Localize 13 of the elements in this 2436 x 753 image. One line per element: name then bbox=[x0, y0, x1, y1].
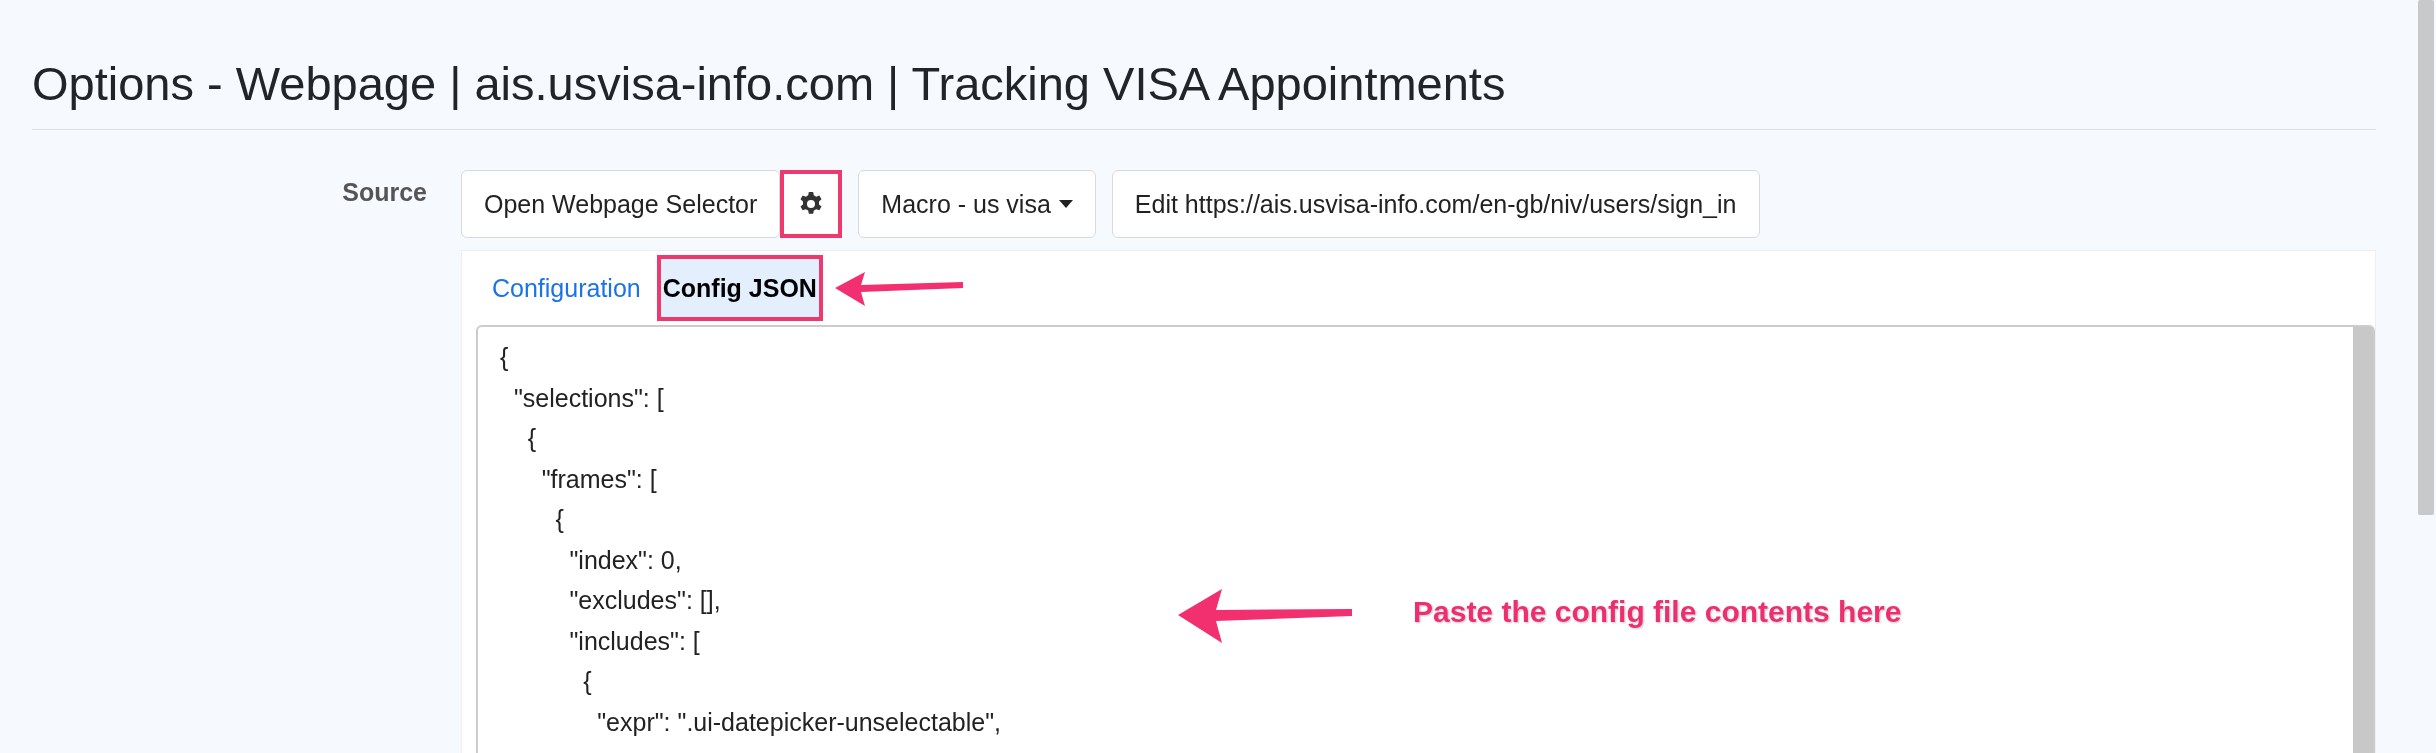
caret-icon bbox=[1058, 200, 1073, 208]
source-label: Source bbox=[342, 178, 427, 207]
tab[interactable]: Configuration bbox=[476, 255, 657, 321]
json-editor-field[interactable]: { "selections": [ { "frames": [ { "index": 0, "excludes": [], "includes": [ { "expr": ".ui-datepicker-unselectable", Paste the config file contents here bbox=[476, 325, 2375, 753]
action-button[interactable]: Edit https://ais.usvisa-info.com/en-gb/niv/users/sign_in bbox=[1111, 170, 1760, 238]
page-scrollbar[interactable] bbox=[2418, 0, 2434, 515]
macro-dropdown[interactable]: Macro - us visa bbox=[858, 170, 1096, 238]
settings-button[interactable] bbox=[780, 170, 843, 238]
page-title: Options - Webpage | ais.usvisa-info.com | Tracking VISA Appointments bbox=[32, 56, 1507, 112]
scrollbar[interactable] bbox=[2353, 327, 2373, 753]
tab[interactable]: Config JSON bbox=[656, 255, 823, 321]
annotation-note: Paste the config file contents here bbox=[1413, 595, 1902, 629]
action-button[interactable]: Open Webpage Selector bbox=[461, 170, 781, 238]
